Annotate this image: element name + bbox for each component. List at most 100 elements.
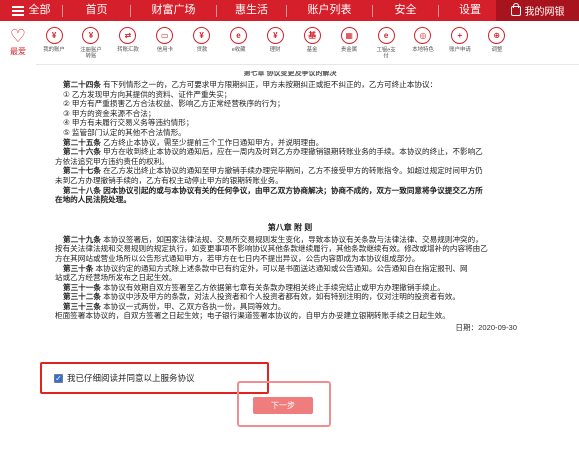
toolbar-item-icon: ¥ (193, 27, 211, 44)
my-online-bank-button[interactable]: 我的网银 (496, 0, 579, 21)
nav-account-list[interactable]: 账户列表 (287, 0, 372, 21)
heart-icon: ♡ (9, 26, 27, 46)
nav-security[interactable]: 安全 (373, 0, 438, 21)
article-27: 第二十七条 在乙方发出终止本协议的通知至甲方撤销手续办理完毕期间，乙方不接受甲方… (55, 166, 525, 176)
nav-home[interactable]: 首页 (63, 0, 130, 21)
toolbar-item-icon: + (451, 27, 469, 44)
article-29: 第二十九条 本协议签署后，如国家法律法规、交易所交易规则发生变化，导致本协议有关… (55, 235, 525, 245)
article-head: 第二十六条 (63, 147, 101, 157)
article-33: 第三十三条 本协议一式两份，甲、乙双方各执一份，具同等效力。 (55, 302, 525, 312)
toolbar-item[interactable]: ¥ 理财 (263, 21, 287, 65)
agreement-content: 第七章 协议变更及争议的解决 第二十四条 有下列情形之一的，乙方可要求甲方限期纠… (55, 71, 525, 333)
article-head: 第二十四条 (63, 80, 101, 89)
article-text: 本协议签署后，如国家法律法规、交易所交易规则发生变化，导致本协议有关条款与法律法… (103, 234, 483, 244)
toolbar-item[interactable]: + 账户申请 (448, 21, 472, 65)
article-text: 甲方在收到终止本协议的通知后，应在一周内及时到乙方办理撤销银期转账业务的手续。本… (103, 147, 483, 157)
article-text: 本协议一式两份，甲、乙双方各执一份，具同等效力。 (103, 301, 286, 311)
list-item: ① 乙方发现甲方向其提供的资料、证件严重失实； (63, 89, 232, 99)
article-head: 第三十三条 (63, 301, 101, 311)
toolbar-item-label: 理财 (269, 47, 281, 53)
toolbar-item-label: 本地特色 (412, 47, 434, 53)
article-text: 因本协议引起的或与本协议有关的任何争议，由甲乙双方协商解决；协商不成的，双方一致… (103, 185, 483, 195)
next-step-button[interactable]: 下一步 (253, 397, 313, 414)
toolbar-favorite-label: 最爱 (10, 47, 26, 56)
article-28-cont: 在地的人民法院处理。 (55, 195, 131, 205)
toolbar-favorite[interactable]: ♡ 最爱 (0, 21, 36, 65)
list-item: ③ 甲方的资金来源不合法； (63, 108, 156, 118)
nav-all-label: 全部 (28, 4, 51, 16)
hamburger-icon (11, 5, 24, 16)
article-head: 第三十条 (63, 263, 94, 273)
toolbar-item-label: 转账汇款 (117, 47, 139, 53)
article-27-cont: 未到乙方办理撤销手续的，乙方有权主动停止甲方的银期转账业务。 (55, 175, 283, 185)
article-29-cont: 按有关法律法规和交易规则的规定执行，如变更事项不影响协议其他条款继续履行，其他条… (55, 244, 488, 254)
nav-settings[interactable]: 设置 (439, 0, 501, 21)
article-head: 第二十八条 (63, 185, 101, 195)
article-text: 有下列情形之一的，乙方可要求甲方限期纠正，甲方未按期纠正或拒不纠正的，乙方可终止… (103, 80, 438, 89)
toolbar-items: ¥ 我的账户 ¥ 注册账户 转账 ⇄ 转账汇款 ▭ 信用卡 ¥ 贷款 e e收藏 ¥ 理财 基基金 ▦ 贵金属 e… (36, 21, 509, 64)
toolbar-item-icon: e (230, 27, 247, 44)
agree-label[interactable]: 我已仔细阅读并同意以上服务协议 (67, 372, 195, 384)
toolbar-item[interactable]: ▭ 信用卡 (153, 21, 177, 65)
toolbar-item[interactable]: ⊕ 调整 (485, 21, 509, 65)
article-head: 第二十七条 (63, 166, 101, 176)
toolbar-item-icon: ¥ (266, 27, 284, 44)
list-item: ④ 甲方有未履行交易义务等违约情形； (63, 118, 194, 128)
toolbar-item-icon: ¥ (45, 27, 63, 44)
article-29-cont: 方在其网站或营业场所以公告形式通知甲方，若甲方在七日内不提出异议，公告内容即成为… (55, 253, 420, 263)
toolbar-item-label: 我的账户 (43, 47, 65, 53)
bag-icon (510, 2, 521, 16)
top-nav-bar: 全部 首页 财富广场 惠生活 账户列表 安全 设置 我的网银 (0, 0, 579, 21)
agree-checkbox[interactable]: ✓ (54, 373, 63, 383)
toolbar-item-icon: ◎ (414, 27, 432, 44)
my-online-bank-label: 我的网银 (524, 7, 565, 18)
article-text: 本协议有效期自双方签署至乙方依据第七章有关条款办理相关终止手续完结止或甲方办理撤… (103, 282, 445, 292)
article-26-cont: 方依法追究甲方违约责任的权利。 (55, 156, 169, 166)
toolbar-item[interactable]: e 工银e支付 (374, 21, 398, 65)
toolbar-item[interactable]: ⇄ 转账汇款 (116, 21, 140, 65)
toolbar-item-label: 工银e支付 (376, 47, 396, 60)
article-24: 第二十四条 有下列情形之一的，乙方可要求甲方限期纠正，甲方未按期纠正或拒不纠正的… (55, 80, 525, 90)
nav-life[interactable]: 惠生活 (217, 0, 286, 21)
toolbar-item-icon: ¥ (82, 27, 100, 44)
article-30-cont: 站或乙方经营场所发布之日起生效。 (55, 273, 177, 283)
article-31: 第三十一条 本协议有效期自双方签署至乙方依据第七章有关条款办理相关终止手续完结止… (55, 283, 525, 293)
article-head: 第二十九条 (63, 234, 101, 244)
toolbar-item[interactable]: ◎ 本地特色 (411, 21, 435, 65)
toolbar-item[interactable]: e e收藏 (226, 21, 250, 65)
article-head: 第二十五条 (63, 137, 101, 147)
toolbar-item-label: 调整 (491, 47, 503, 53)
toolbar-item[interactable]: ▦ 贵金属 (337, 21, 361, 65)
toolbar-item-icon: e (377, 27, 395, 44)
nav-all[interactable]: 全部 (0, 0, 62, 21)
toolbar-item-label: 贷款 (196, 47, 208, 53)
article-text: 本协议约定的通知方式除上述条款中已有约定外，可以是书面送达通知或公告通知。公告通… (95, 263, 468, 273)
toolbar-item-label: 基金 (306, 47, 318, 53)
article-head: 第三十一条 (63, 282, 101, 292)
toolbar-item-label: 账户申请 (449, 47, 471, 53)
top-nav-menu: 全部 首页 财富广场 惠生活 账户列表 安全 设置 (0, 0, 501, 21)
article-head: 第三十二条 (63, 292, 101, 302)
agree-checkbox-area[interactable]: ✓ 我已仔细阅读并同意以上服务协议 (40, 362, 269, 394)
chapter-8-title: 第八章 附 则 (267, 222, 313, 232)
agreement-date: 日期：2020-09-30 (455, 323, 517, 333)
function-toolbar: ♡ 最爱 ¥ 我的账户 ¥ 注册账户 转账 ⇄ 转账汇款 ▭ 信用卡 ¥ 贷款 e e收藏 ¥ 理财 基基金… (0, 21, 579, 65)
toolbar-item-icon: ▭ (156, 27, 174, 44)
toolbar-item[interactable]: ¥ 注册账户 转账 (79, 21, 103, 65)
toolbar-item-icon: ⊕ (488, 27, 506, 44)
nav-wealth-square[interactable]: 财富广场 (131, 0, 216, 21)
toolbar-item-label: 注册账户 转账 (80, 47, 102, 60)
article-32: 第三十二条 本协议中涉及甲方的条款，对法人投资者和个人投资者都有效，如有特别注明… (55, 292, 525, 302)
toolbar-item[interactable]: 基基金 (300, 21, 324, 65)
article-text: 本协议中涉及甲方的条款，对法人投资者和个人投资者都有效，如有特别注明的，仅对注明… (103, 292, 460, 302)
toolbar-item-label: 贵金属 (341, 47, 358, 53)
chapter-heading-cut: 第七章 协议变更及争议的解决 (243, 71, 337, 77)
article-30: 第三十条 本协议约定的通知方式除上述条款中已有约定外，可以是书面送达通知或公告通… (55, 264, 525, 274)
article-25: 第二十五条 乙方终止本协议，需至少提前三个工作日通知甲方，并说明理由。 (55, 138, 525, 148)
toolbar-item[interactable]: ¥ 贷款 (190, 21, 214, 65)
closing-text: 柜面签署本协议的，自双方签署之日起生效；电子银行渠道签署本协议的，自甲方办妥建立… (55, 311, 450, 321)
article-26: 第二十六条 甲方在收到终止本协议的通知后，应在一周内及时到乙方办理撤销银期转账业… (55, 147, 525, 157)
list-item: ⑤ 监管部门认定的其他不合法情形。 (63, 127, 186, 137)
toolbar-item-label: e收藏 (231, 47, 246, 53)
toolbar-item[interactable]: ¥ 我的账户 (42, 21, 66, 65)
